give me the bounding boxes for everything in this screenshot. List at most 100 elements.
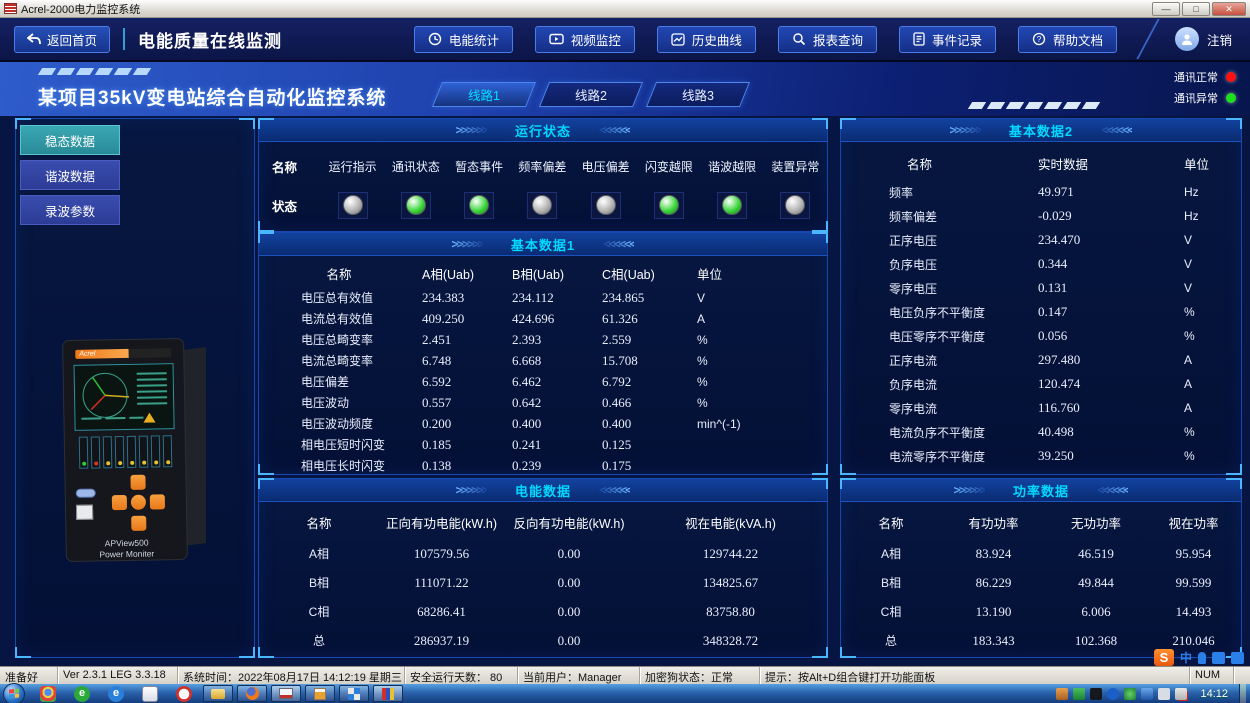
- chevrons-left-icon: <<<<<<: [1101, 123, 1132, 137]
- nav-button-event-log[interactable]: 事件记录: [899, 26, 996, 53]
- scada-app-taskbutton[interactable]: [373, 685, 403, 702]
- table-cell: 电压波动: [259, 394, 419, 411]
- table-cell: 95.954: [1146, 546, 1241, 562]
- table-header-row: 名称实时数据单位: [841, 146, 1241, 180]
- table-cell: 2.559: [599, 332, 687, 348]
- show-desktop-button[interactable]: [1239, 684, 1246, 703]
- table-cell: 15.708: [599, 353, 687, 369]
- table-cell: V: [1176, 281, 1241, 295]
- table-row: 负序电流120.474A: [841, 372, 1241, 396]
- chevrons-right-icon: >>>>>>: [456, 123, 487, 137]
- column-header: 反向有功电能(kW.h): [504, 513, 634, 532]
- tray-monitor-icon[interactable]: [1158, 688, 1170, 700]
- folder-icon: [211, 689, 225, 699]
- tab-line-1[interactable]: 线路1: [432, 82, 536, 107]
- minimize-button[interactable]: —: [1152, 2, 1180, 16]
- table-cell: 49.971: [1036, 184, 1176, 200]
- nav-divider: [123, 28, 125, 50]
- table-row: 相电压短时闪变0.1850.2410.125: [259, 434, 827, 455]
- table-cell: 零序电压: [841, 280, 1036, 297]
- column-header: 实时数据: [1036, 154, 1176, 173]
- tray-network-icon[interactable]: [1141, 688, 1153, 700]
- device-caption-label: Power Moniter: [67, 548, 187, 562]
- monitor-app-taskbutton[interactable]: [271, 685, 301, 702]
- explorer-taskbutton[interactable]: [203, 685, 233, 702]
- logout-button[interactable]: 注销: [1207, 30, 1232, 49]
- chrome-icon[interactable]: [40, 686, 56, 702]
- calendar-icon: [314, 688, 326, 700]
- table-row: 总286937.190.00348328.72: [259, 626, 827, 655]
- status-led-off: [343, 195, 363, 215]
- pinwheel-icon: [348, 688, 360, 700]
- keyboard-icon[interactable]: [1212, 652, 1225, 664]
- event-log-icon: [913, 32, 925, 46]
- toolbox-icon[interactable]: [1231, 652, 1244, 664]
- volume-muted-icon[interactable]: [1175, 688, 1187, 700]
- chevrons-right-icon: >>>>>>: [456, 483, 487, 497]
- table-cell: B相: [259, 574, 379, 591]
- timer-app-icon[interactable]: [176, 686, 192, 702]
- back-home-label: 返回首页: [47, 30, 97, 49]
- table-cell: 68286.41: [379, 604, 504, 620]
- browser-360-icon[interactable]: e: [74, 686, 90, 702]
- table-cell: 2.393: [509, 332, 599, 348]
- column-header: B相(Uab): [509, 264, 599, 283]
- column-header: A相(Uab): [419, 264, 509, 283]
- device-keypad: [109, 474, 168, 531]
- table-cell: 0.056: [1036, 328, 1176, 344]
- table-cell: 0.00: [504, 546, 634, 562]
- table-header-row: 名称有功功率无功功率视在功率: [841, 506, 1241, 539]
- table-cell: 电流总有效值: [259, 310, 419, 327]
- taskbar-clock[interactable]: 14:12: [1200, 688, 1228, 700]
- start-button[interactable]: [3, 683, 25, 703]
- nav-button-help-doc[interactable]: ? 帮助文档: [1018, 26, 1117, 53]
- tray-audio-icon[interactable]: [1090, 688, 1102, 700]
- sogou-logo[interactable]: S: [1154, 649, 1174, 666]
- firefox-taskbutton[interactable]: [237, 685, 267, 702]
- basic-data1-panel: >>>>>> 基本数据1 <<<<<< 名称A相(Uab)B相(Uab)C相(U…: [258, 232, 828, 475]
- security-shield-icon[interactable]: [1124, 688, 1136, 700]
- tab-line-2[interactable]: 线路2: [539, 82, 643, 107]
- table-cell: 120.474: [1036, 376, 1176, 392]
- panel-title: 运行状态: [515, 121, 571, 140]
- table-row: 电压偏差6.5926.4626.792%: [259, 371, 827, 392]
- status-ready: 准备好: [0, 667, 58, 684]
- close-button[interactable]: ✕: [1212, 2, 1246, 16]
- ie-icon[interactable]: e: [108, 686, 124, 702]
- table-row: B相86.22949.84499.599: [841, 568, 1241, 597]
- nav-button-video-monitor[interactable]: 视频监控: [535, 26, 635, 53]
- table-cell: 0.239: [509, 458, 599, 474]
- sidebar-item-1[interactable]: 稳态数据: [20, 125, 120, 155]
- tab-line-3[interactable]: 线路3: [646, 82, 750, 107]
- table-cell: 409.250: [419, 311, 509, 327]
- app-window-icon: [279, 688, 293, 699]
- table-cell: 134825.67: [634, 575, 827, 591]
- back-home-button[interactable]: 返回首页: [14, 26, 110, 53]
- table-cell: A: [1176, 353, 1241, 367]
- ime-toolbar: S 中: [1154, 649, 1244, 666]
- column-header: 名称: [259, 513, 379, 532]
- stripes-decoration-icon: [40, 68, 149, 75]
- calendar-app-taskbutton[interactable]: [305, 685, 335, 702]
- table-cell: 6.006: [1046, 604, 1146, 620]
- maximize-button[interactable]: □: [1182, 2, 1210, 16]
- nav-button-label: 事件记录: [932, 30, 982, 49]
- microphone-icon[interactable]: [1198, 652, 1206, 664]
- ime-mode-toggle[interactable]: 中: [1180, 649, 1192, 666]
- nav-button-energy-stats[interactable]: 电能统计: [414, 26, 513, 53]
- sidebar-item-2[interactable]: 谐波数据: [20, 160, 120, 190]
- bluetooth-icon[interactable]: [1107, 688, 1119, 700]
- tray-update-icon[interactable]: [1056, 688, 1068, 700]
- table-cell: 电流负序不平衡度: [841, 424, 1036, 441]
- nav-button-report-query[interactable]: 报表查询: [778, 26, 877, 53]
- tools-app-taskbutton[interactable]: [339, 685, 369, 702]
- energy-data-panel: >>>>>> 电能数据 <<<<<< 名称正向有功电能(kW.h)反向有功电能(…: [258, 478, 828, 658]
- tray-folder-icon[interactable]: [1073, 688, 1085, 700]
- sidebar-item-3[interactable]: 录波参数: [20, 195, 120, 225]
- line-tabs: 线路1线路2线路3: [437, 82, 745, 107]
- notepad-icon[interactable]: [142, 686, 158, 702]
- nav-button-history-curve[interactable]: 历史曲线: [657, 26, 756, 53]
- usb-port-icon: [76, 488, 96, 497]
- table-cell: 0.400: [599, 416, 687, 432]
- table-cell: %: [1176, 305, 1241, 319]
